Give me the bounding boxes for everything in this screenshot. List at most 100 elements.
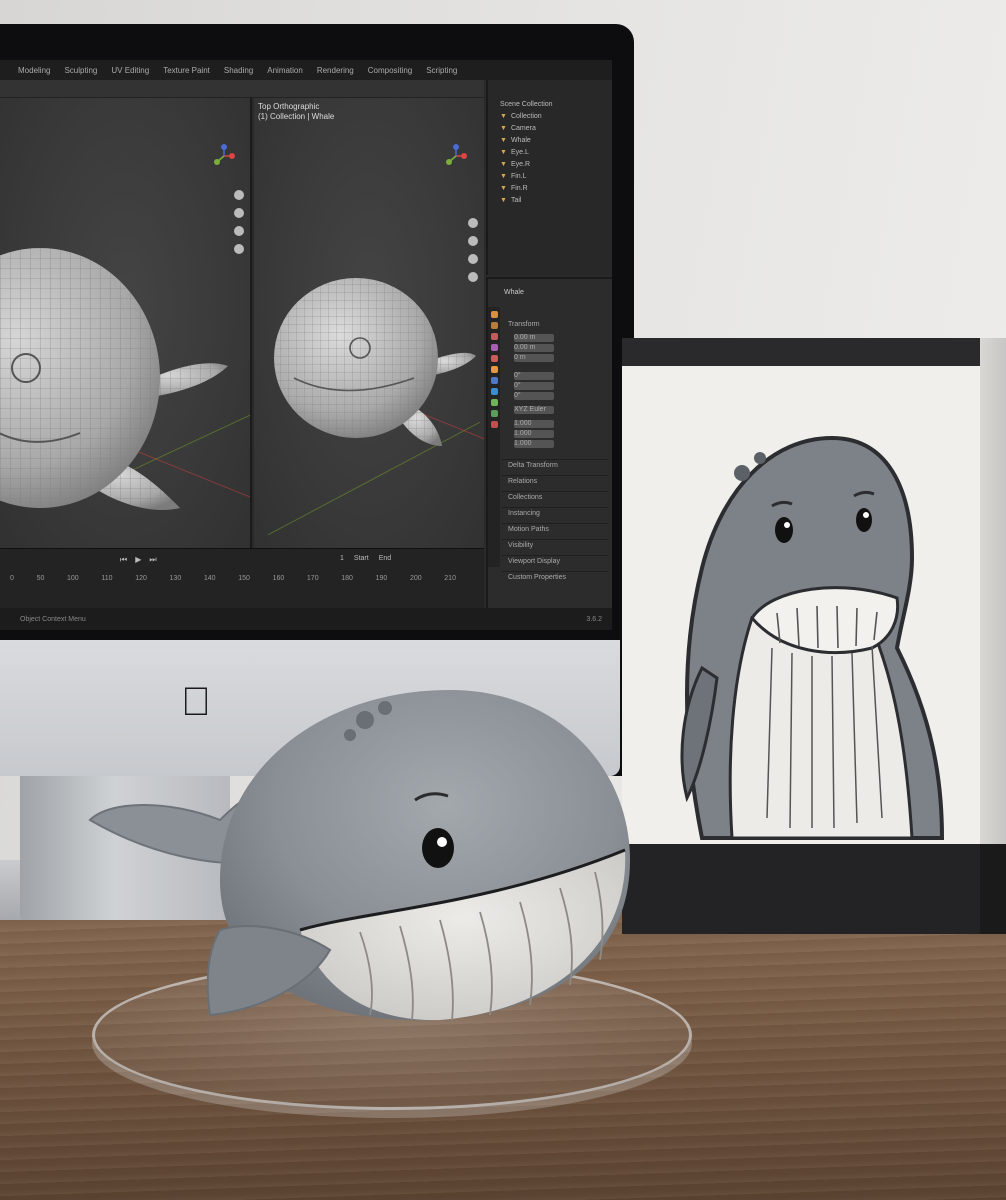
- rotation-mode[interactable]: XYZ Euler: [508, 405, 608, 415]
- frame-range: 1 Start End: [340, 555, 391, 562]
- section-relations[interactable]: Relations: [502, 475, 608, 487]
- outliner-item[interactable]: ▼ Eye.R: [488, 158, 612, 170]
- outliner-item-label: Camera: [510, 124, 536, 132]
- output-tab-icon[interactable]: [490, 333, 498, 340]
- hand-icon[interactable]: [234, 208, 244, 218]
- rotation-y-field[interactable]: 0°: [514, 382, 554, 390]
- menu-item[interactable]: UV Editing: [111, 66, 149, 75]
- jump-end-icon[interactable]: ⏭: [149, 555, 156, 565]
- outliner-item[interactable]: ▼ Fin.R: [488, 182, 612, 194]
- outliner-item[interactable]: ▼ Whale: [488, 134, 612, 146]
- axis-gizmo-icon[interactable]: [444, 144, 468, 168]
- outliner-item-label: Collection: [510, 112, 542, 120]
- section-viewport-display[interactable]: Viewport Display: [502, 555, 608, 567]
- render-tab-icon[interactable]: [490, 322, 498, 329]
- whale-mesh-left: [0, 248, 228, 510]
- scale-z-field[interactable]: 1.000: [514, 440, 554, 448]
- world-tab-icon[interactable]: [490, 355, 498, 362]
- tick-label: 180: [341, 575, 353, 582]
- modifier-tab-icon[interactable]: [490, 377, 498, 384]
- box-top-band: [622, 338, 980, 366]
- blender-screen: Modeling Sculpting UV Editing Texture Pa…: [0, 60, 612, 630]
- blender-menubar: Modeling Sculpting UV Editing Texture Pa…: [0, 60, 612, 80]
- box-bottom-band: [622, 844, 980, 934]
- scale-y[interactable]: 1.000: [508, 429, 608, 439]
- rotation-z-field[interactable]: 0°: [514, 392, 554, 400]
- viewport-perspective[interactable]: [0, 98, 252, 548]
- jump-start-icon[interactable]: ⏮: [120, 555, 127, 565]
- scale-x-field[interactable]: 1.000: [514, 420, 554, 428]
- menu-item[interactable]: Animation: [267, 66, 303, 75]
- camera-icon[interactable]: [234, 226, 244, 236]
- timeline-panel[interactable]: ⏮ ▶ ⏭ 1 Start End 0 50 100 110 120 130 1…: [0, 548, 484, 608]
- particles-tab-icon[interactable]: [490, 388, 498, 395]
- location-z-field[interactable]: 0 m: [514, 354, 554, 362]
- rotation-x-field[interactable]: 0°: [514, 372, 554, 380]
- section-custom-properties[interactable]: Custom Properties: [502, 571, 608, 583]
- tick-label: 50: [36, 575, 45, 582]
- viewport-nav-tools: [234, 190, 246, 254]
- outliner-item-label: Eye.R: [510, 160, 530, 168]
- tick-label: 140: [203, 575, 216, 582]
- hand-icon[interactable]: [468, 236, 478, 246]
- object-icon: ▼: [500, 172, 507, 180]
- location-y[interactable]: 0.00 m: [508, 343, 608, 353]
- collection-label: (1) Collection | Whale: [258, 112, 335, 121]
- section-instancing[interactable]: Instancing: [502, 507, 608, 519]
- menu-item[interactable]: Sculpting: [64, 66, 97, 75]
- end-frame-label[interactable]: End: [379, 555, 391, 562]
- outliner-item[interactable]: ▼ Camera: [488, 122, 612, 134]
- scale-y-field[interactable]: 1.000: [514, 430, 554, 438]
- outliner-scene-row[interactable]: Scene Collection: [488, 98, 612, 110]
- tick-label: 160: [272, 575, 285, 582]
- axis-gizmo-icon[interactable]: [212, 144, 236, 168]
- rotation-z[interactable]: 0°: [508, 391, 608, 401]
- outliner-item[interactable]: ▼ Tail: [488, 194, 612, 206]
- properties-panel[interactable]: Whale Transform 0.00 m 0.00 m 0 m 0° 0° …: [486, 277, 612, 608]
- zoom-icon[interactable]: [468, 218, 478, 228]
- start-frame-label[interactable]: Start: [354, 555, 369, 562]
- transform-label: Transform: [508, 320, 540, 328]
- location-y-field[interactable]: 0.00 m: [514, 344, 554, 352]
- location-x-field[interactable]: 0.00 m: [514, 334, 554, 342]
- object-tab-icon[interactable]: [490, 366, 498, 373]
- outliner-item-label: Fin.L: [510, 172, 527, 180]
- data-tab-icon[interactable]: [490, 410, 498, 417]
- menu-item[interactable]: Texture Paint: [163, 66, 210, 75]
- tick-label: 130: [169, 575, 182, 582]
- rotation-mode-select[interactable]: XYZ Euler: [514, 406, 554, 414]
- tick-label: 150: [238, 575, 250, 582]
- section-motion-paths[interactable]: Motion Paths: [502, 523, 608, 535]
- outliner-item[interactable]: ▼ Collection: [488, 110, 612, 122]
- current-frame[interactable]: 1: [340, 555, 344, 562]
- section-delta-transform[interactable]: Delta Transform: [502, 459, 608, 471]
- menu-item[interactable]: Modeling: [18, 66, 50, 75]
- location-x[interactable]: 0.00 m: [508, 333, 608, 343]
- transform-header[interactable]: Transform: [508, 319, 608, 329]
- tool-tab-icon[interactable]: [490, 311, 498, 318]
- menu-item[interactable]: Shading: [224, 66, 253, 75]
- rotation-y[interactable]: 0°: [508, 381, 608, 391]
- zoom-icon[interactable]: [234, 190, 244, 200]
- constraints-tab-icon[interactable]: [490, 399, 498, 406]
- menu-item[interactable]: Rendering: [317, 66, 354, 75]
- menu-item[interactable]: Scripting: [426, 66, 457, 75]
- outliner-item[interactable]: ▼ Eye.L: [488, 146, 612, 158]
- menu-item[interactable]: Compositing: [368, 66, 412, 75]
- outliner-panel[interactable]: Scene Collection ▼ Collection ▼ Camera ▼ Wh…: [486, 80, 612, 275]
- grid-icon[interactable]: [234, 244, 244, 254]
- viewport-orthographic[interactable]: Top Orthographic (1) Collection | Whale: [254, 98, 484, 548]
- outliner-item[interactable]: ▼ Fin.L: [488, 170, 612, 182]
- location-z[interactable]: 0 m: [508, 353, 608, 363]
- scale-x[interactable]: 1.000: [508, 419, 608, 429]
- view-mode-label: Top Orthographic: [258, 102, 320, 111]
- section-visibility[interactable]: Visibility: [502, 539, 608, 551]
- camera-icon[interactable]: [468, 254, 478, 264]
- play-icon[interactable]: ▶: [135, 555, 141, 565]
- scale-z[interactable]: 1.000: [508, 439, 608, 449]
- material-tab-icon[interactable]: [490, 421, 498, 428]
- tick-label: 120: [135, 575, 147, 582]
- section-collections[interactable]: Collections: [502, 491, 608, 503]
- rotation-x[interactable]: 0°: [508, 371, 608, 381]
- scene-tab-icon[interactable]: [490, 344, 498, 351]
